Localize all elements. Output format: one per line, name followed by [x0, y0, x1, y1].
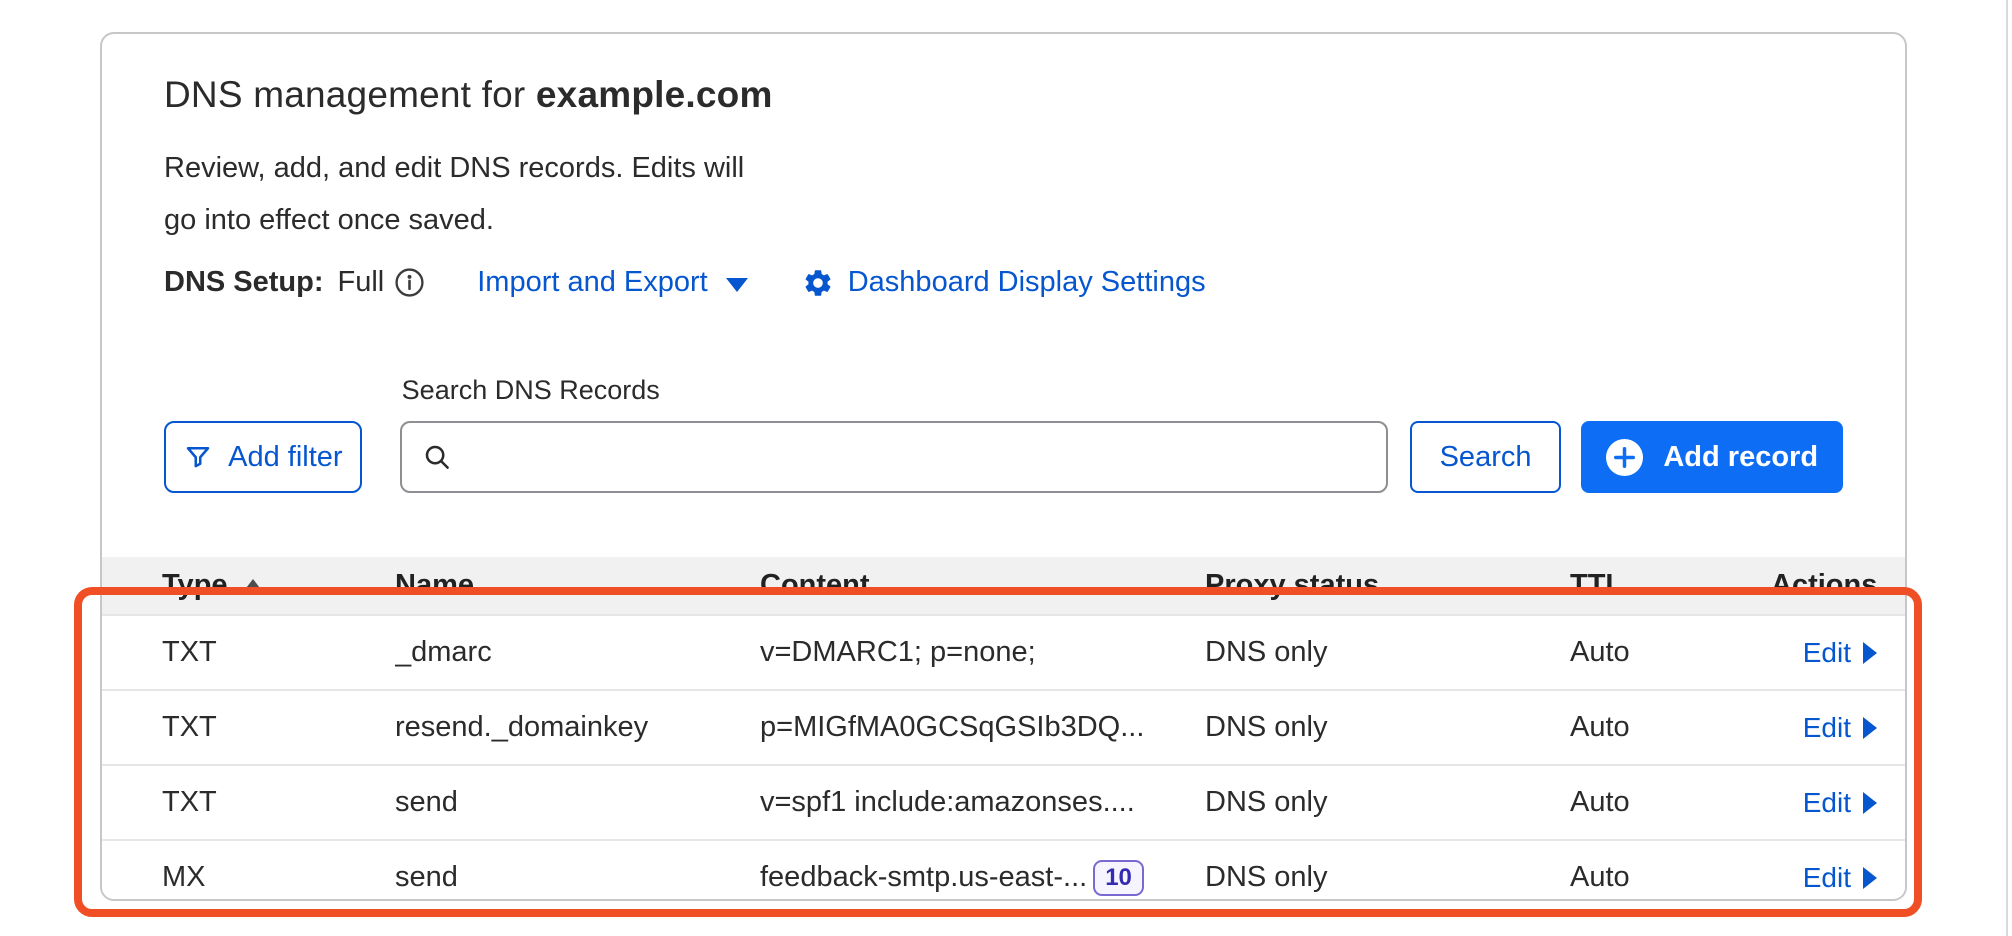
dns-setup-value: Full [338, 266, 385, 299]
page-title-domain: example.com [536, 74, 773, 115]
cell-name: resend._domainkey [395, 711, 760, 744]
page-title: DNS management for example.com [164, 74, 1843, 116]
chevron-right-icon [1863, 717, 1877, 739]
cell-name: _dmarc [395, 636, 760, 669]
mx-priority-badge: 10 [1093, 860, 1144, 896]
table-header-row: Type Name Content Proxy status TTL Actio… [102, 557, 1905, 614]
column-header-ttl: TTL [1570, 569, 1771, 602]
dns-setup-label: DNS Setup: [164, 266, 324, 299]
gear-icon [802, 267, 834, 299]
import-export-label: Import and Export [477, 266, 708, 299]
search-icon [422, 442, 452, 472]
add-record-label: Add record [1663, 441, 1818, 474]
plus-circle-icon [1606, 439, 1643, 476]
dns-records-table: Type Name Content Proxy status TTL Actio… [102, 557, 1905, 901]
page-title-prefix: DNS management for [164, 74, 536, 115]
edit-label: Edit [1803, 787, 1851, 819]
cell-ttl: Auto [1570, 786, 1771, 819]
records-toolbar: Add filter Search DNS Records [164, 375, 1843, 493]
column-header-type[interactable]: Type [162, 569, 395, 602]
table-row: TXT send v=spf1 include:amazonses.... DN… [102, 764, 1905, 839]
edit-record-button[interactable]: Edit [1803, 637, 1877, 669]
search-button[interactable]: Search [1410, 421, 1562, 493]
column-header-name: Name [395, 569, 760, 602]
dashboard-display-settings-link[interactable]: Dashboard Display Settings [802, 266, 1206, 299]
cell-proxy-status: DNS only [1205, 861, 1570, 894]
dns-management-card: DNS management for example.com Review, a… [100, 32, 1907, 901]
add-record-button[interactable]: Add record [1581, 421, 1843, 493]
cell-content: p=MIGfMA0GCSqGSIb3DQ... [760, 711, 1205, 744]
cell-name: send [395, 861, 760, 894]
search-button-label: Search [1440, 441, 1532, 474]
edit-label: Edit [1803, 712, 1851, 744]
filter-icon [183, 442, 213, 472]
record-content-text: v=DMARC1; p=none; [760, 636, 1036, 669]
cell-type: TXT [162, 786, 395, 819]
cell-name: send [395, 786, 760, 819]
table-row: MX send feedback-smtp.us-east-... 10 DNS… [102, 839, 1905, 901]
cell-type: TXT [162, 711, 395, 744]
cell-ttl: Auto [1570, 636, 1771, 669]
dns-setup-row: DNS Setup: Full Import and Export [164, 266, 1843, 299]
chevron-down-icon [726, 278, 748, 292]
search-group: Search DNS Records [400, 375, 1388, 493]
record-content-text: v=spf1 include:amazonses.... [760, 786, 1135, 819]
column-header-content: Content [760, 569, 1205, 602]
column-header-actions: Actions [1771, 569, 1877, 602]
card-content: DNS management for example.com Review, a… [102, 34, 1905, 493]
column-header-type-label: Type [162, 569, 228, 602]
edit-label: Edit [1803, 862, 1851, 894]
cell-type: MX [162, 861, 395, 894]
page-description-line: Review, add, and edit DNS records. Edits… [164, 142, 1843, 194]
table-row: TXT resend._domainkey p=MIGfMA0GCSqGSIb3… [102, 689, 1905, 764]
add-filter-button[interactable]: Add filter [164, 421, 362, 493]
chevron-right-icon [1863, 792, 1877, 814]
page-description: Review, add, and edit DNS records. Edits… [164, 142, 1843, 246]
record-content-text: p=MIGfMA0GCSqGSIb3DQ... [760, 711, 1144, 744]
edit-record-button[interactable]: Edit [1803, 712, 1877, 744]
column-header-proxy-status: Proxy status [1205, 569, 1570, 602]
search-input[interactable] [468, 441, 1366, 474]
page-right-edge-divider [2006, 0, 2008, 936]
import-export-link[interactable]: Import and Export [477, 266, 748, 299]
record-content-text: feedback-smtp.us-east-... [760, 861, 1087, 894]
add-filter-label: Add filter [228, 441, 342, 474]
cell-content: v=DMARC1; p=none; [760, 636, 1205, 669]
cell-content: feedback-smtp.us-east-... 10 [760, 860, 1205, 896]
cell-content: v=spf1 include:amazonses.... [760, 786, 1205, 819]
search-records-label: Search DNS Records [402, 375, 1388, 406]
dashboard-display-settings-label: Dashboard Display Settings [848, 266, 1206, 299]
search-input-container [400, 421, 1388, 493]
cell-proxy-status: DNS only [1205, 711, 1570, 744]
cell-ttl: Auto [1570, 861, 1771, 894]
edit-record-button[interactable]: Edit [1803, 787, 1877, 819]
cell-proxy-status: DNS only [1205, 786, 1570, 819]
cell-proxy-status: DNS only [1205, 636, 1570, 669]
edit-label: Edit [1803, 637, 1851, 669]
chevron-right-icon [1863, 642, 1877, 664]
edit-record-button[interactable]: Edit [1803, 862, 1877, 894]
page-description-line: go into effect once saved. [164, 194, 1843, 246]
table-row: TXT _dmarc v=DMARC1; p=none; DNS only Au… [102, 614, 1905, 689]
sort-ascending-icon [243, 579, 263, 592]
cell-ttl: Auto [1570, 711, 1771, 744]
info-icon[interactable] [394, 267, 425, 298]
chevron-right-icon [1863, 867, 1877, 889]
cell-type: TXT [162, 636, 395, 669]
dns-management-page: DNS management for example.com Review, a… [0, 0, 2012, 936]
